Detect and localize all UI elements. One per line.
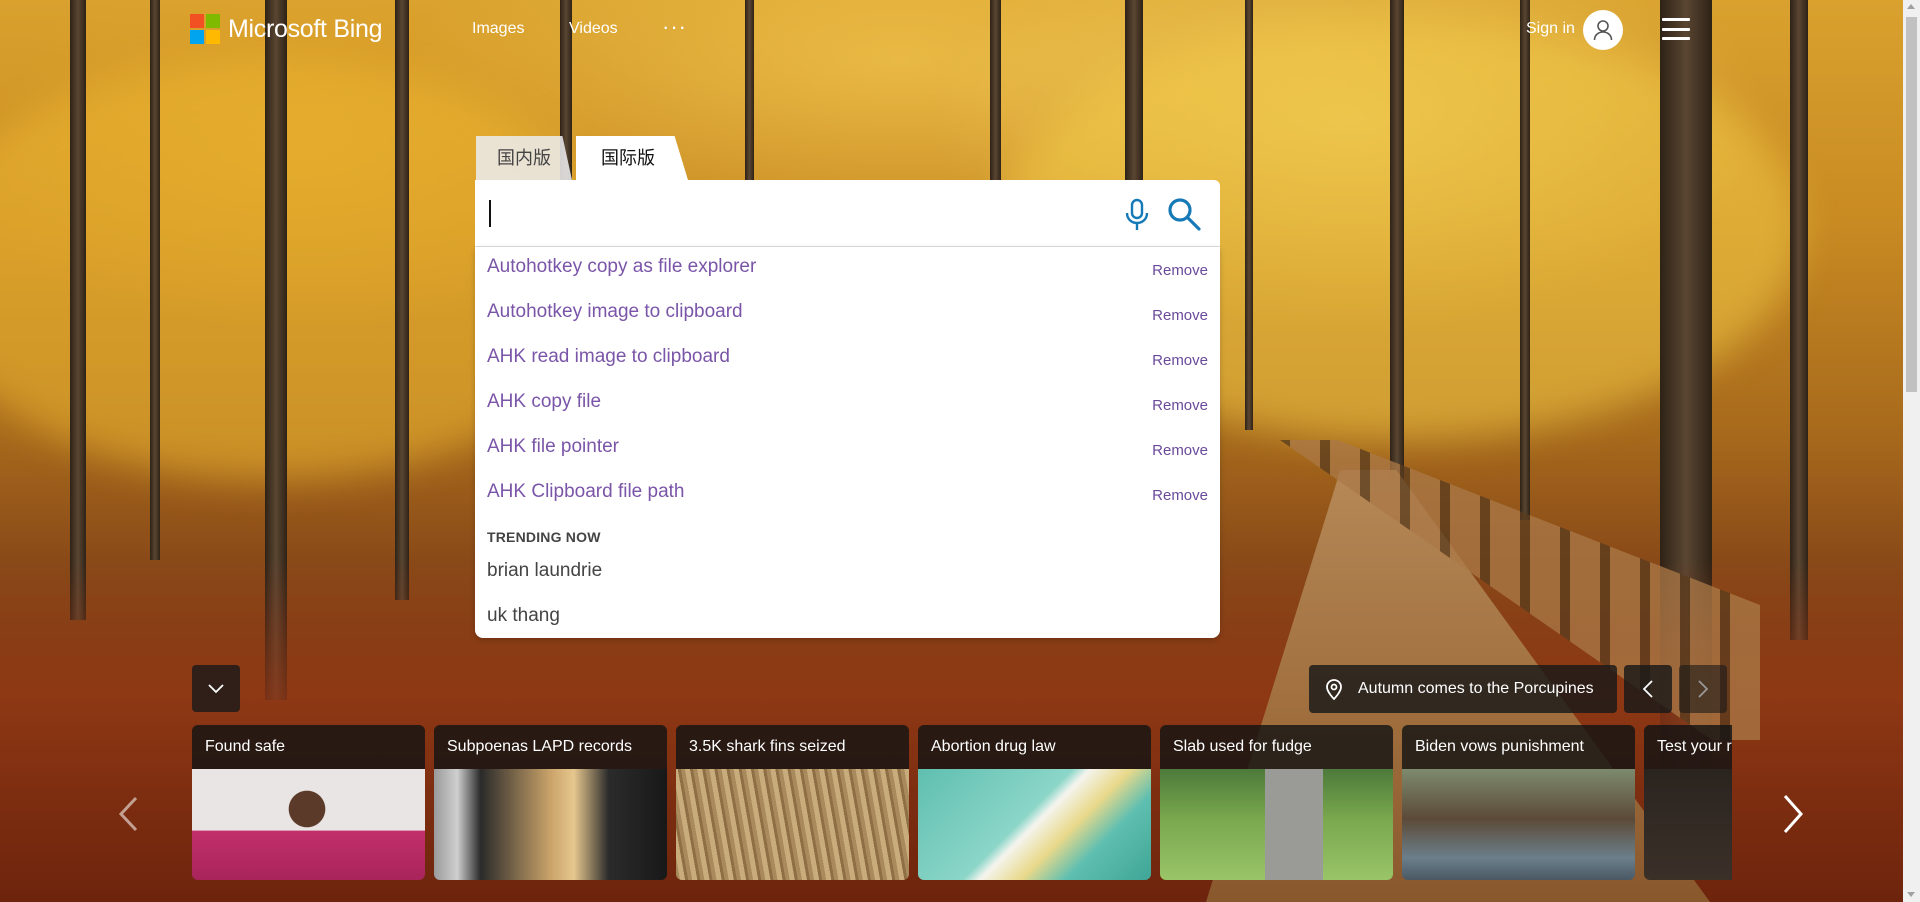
- trending-heading: TRENDING NOW: [487, 529, 601, 545]
- text-cursor: [489, 200, 491, 227]
- news-card-title[interactable]: Found safe: [192, 725, 425, 769]
- history-item[interactable]: AHK Clipboard file path Remove: [475, 472, 1220, 517]
- next-image-button[interactable]: [1679, 665, 1727, 713]
- history-item[interactable]: Autohotkey image to clipboard Remove: [475, 292, 1220, 337]
- news-card[interactable]: Slab used for fudge: [1160, 725, 1393, 880]
- user-avatar-icon[interactable]: [1583, 10, 1623, 50]
- remove-history-button[interactable]: Remove: [1152, 487, 1208, 504]
- history-item-text[interactable]: AHK Clipboard file path: [487, 481, 685, 503]
- news-card-title[interactable]: 3.5K shark fins seized: [676, 725, 909, 769]
- history-item-text[interactable]: AHK file pointer: [487, 436, 619, 458]
- hamburger-menu-icon[interactable]: [1662, 18, 1690, 40]
- nav-more-button[interactable]: ···: [662, 14, 687, 40]
- previous-image-button[interactable]: [1624, 665, 1672, 713]
- history-item-text[interactable]: AHK read image to clipboard: [487, 346, 730, 368]
- trending-item[interactable]: brian laundrie: [487, 560, 602, 582]
- carousel-previous-icon[interactable]: [118, 796, 138, 832]
- remove-history-button[interactable]: Remove: [1152, 307, 1208, 324]
- history-item[interactable]: Autohotkey copy as file explorer Remove: [475, 247, 1220, 292]
- scroll-down-arrow-icon[interactable]: [1907, 892, 1915, 897]
- chevron-down-icon: [208, 683, 224, 693]
- news-carousel: Found safe Subpoenas LAPD records 3.5K s…: [192, 725, 1732, 880]
- news-card[interactable]: Biden vows punishment: [1402, 725, 1635, 880]
- microsoft-logo-icon: [190, 14, 220, 44]
- scroll-thumb[interactable]: [1906, 17, 1917, 392]
- history-item[interactable]: AHK copy file Remove: [475, 382, 1220, 427]
- image-info-button[interactable]: Autumn comes to the Porcupines: [1309, 665, 1617, 713]
- chevron-left-icon: [1643, 680, 1653, 698]
- microphone-icon[interactable]: [1124, 198, 1150, 232]
- nav-images-link[interactable]: Images: [472, 20, 524, 38]
- news-card-title[interactable]: Abortion drug law: [918, 725, 1151, 769]
- news-card-image[interactable]: [918, 769, 1151, 880]
- nav-videos-link[interactable]: Videos: [569, 20, 618, 38]
- sign-in-link[interactable]: Sign in: [1526, 20, 1575, 38]
- news-card-title[interactable]: Slab used for fudge: [1160, 725, 1393, 769]
- page-scrollbar[interactable]: [1903, 0, 1920, 902]
- image-caption: Autumn comes to the Porcupines: [1358, 680, 1594, 697]
- remove-history-button[interactable]: Remove: [1152, 352, 1208, 369]
- search-icon[interactable]: [1166, 196, 1202, 232]
- bing-logo[interactable]: Microsoft Bing: [190, 14, 382, 44]
- remove-history-button[interactable]: Remove: [1152, 397, 1208, 414]
- news-card-image[interactable]: [1402, 769, 1635, 880]
- history-item-text[interactable]: AHK copy file: [487, 391, 601, 413]
- trending-item[interactable]: uk thang: [487, 605, 560, 627]
- scroll-up-arrow-icon[interactable]: [1907, 4, 1915, 9]
- news-card-image[interactable]: [434, 769, 667, 880]
- news-card-image[interactable]: [192, 769, 425, 880]
- history-item[interactable]: AHK file pointer Remove: [475, 427, 1220, 472]
- search-input[interactable]: [475, 180, 1220, 247]
- remove-history-button[interactable]: Remove: [1152, 262, 1208, 279]
- history-item[interactable]: AHK read image to clipboard Remove: [475, 337, 1220, 382]
- chevron-right-icon: [1698, 680, 1708, 698]
- news-card[interactable]: 3.5K shark fins seized: [676, 725, 909, 880]
- tab-domestic[interactable]: 国内版: [476, 136, 572, 180]
- news-card-image[interactable]: [1644, 769, 1732, 880]
- news-card-image[interactable]: [1160, 769, 1393, 880]
- header: Microsoft Bing Images Videos ··· Sign in: [0, 0, 1920, 60]
- collapse-button[interactable]: [192, 665, 240, 712]
- news-card-image[interactable]: [676, 769, 909, 880]
- location-pin-icon: [1326, 679, 1342, 700]
- news-card-title[interactable]: Test your r: [1644, 725, 1732, 769]
- history-item-text[interactable]: Autohotkey image to clipboard: [487, 301, 743, 323]
- news-card[interactable]: Test your r: [1644, 725, 1732, 880]
- tab-international[interactable]: 国际版: [576, 136, 688, 180]
- carousel-next-icon[interactable]: [1782, 794, 1804, 834]
- search-suggestions: Autohotkey copy as file explorer Remove …: [475, 247, 1220, 638]
- news-card[interactable]: Abortion drug law: [918, 725, 1151, 880]
- remove-history-button[interactable]: Remove: [1152, 442, 1208, 459]
- news-card[interactable]: Subpoenas LAPD records: [434, 725, 667, 880]
- news-card[interactable]: Found safe: [192, 725, 425, 880]
- news-card-title[interactable]: Biden vows punishment: [1402, 725, 1635, 769]
- news-card-title[interactable]: Subpoenas LAPD records: [434, 725, 667, 769]
- history-item-text[interactable]: Autohotkey copy as file explorer: [487, 256, 756, 278]
- logo-text: Microsoft Bing: [228, 14, 383, 43]
